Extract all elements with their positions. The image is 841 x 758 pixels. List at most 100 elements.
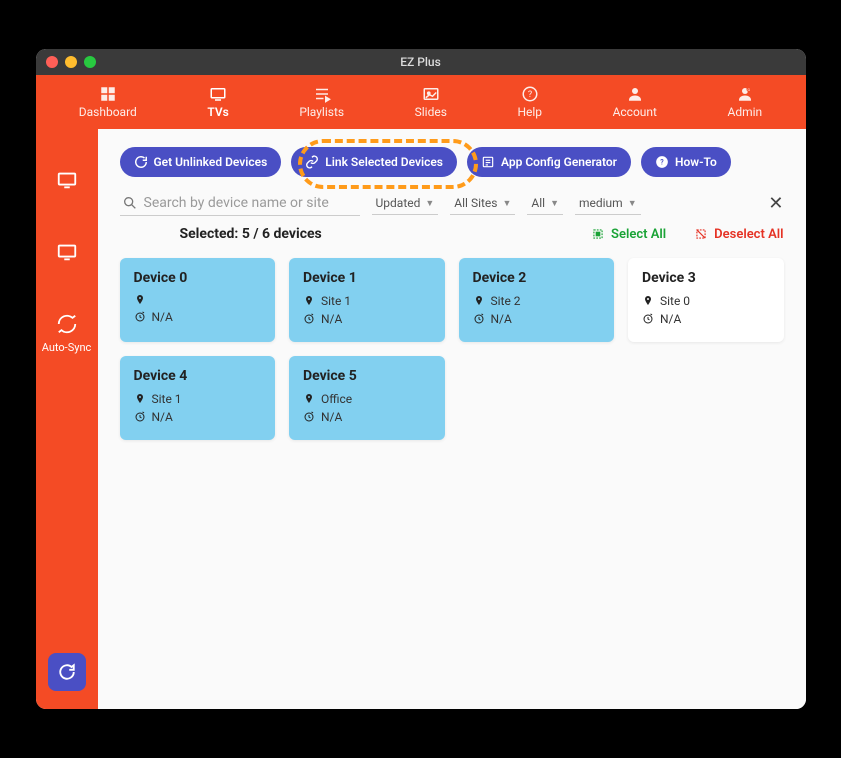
pin-icon	[303, 393, 315, 405]
button-label: Select All	[611, 227, 666, 242]
titlebar: EZ Plus	[36, 49, 806, 75]
device-site: Site 1	[134, 392, 262, 406]
admin-icon: G	[736, 85, 754, 103]
button-label: Link Selected Devices	[325, 155, 443, 169]
nav-tvs[interactable]: TVs	[207, 85, 228, 119]
sidebar-item-tv1[interactable]	[56, 169, 78, 191]
link-icon	[305, 155, 319, 169]
howto-button[interactable]: ? How-To	[641, 147, 731, 177]
clear-filters-button[interactable]: ✕	[768, 193, 783, 214]
clock-icon	[134, 411, 146, 423]
tv-outline-icon	[56, 241, 78, 263]
button-label: Get Unlinked Devices	[154, 155, 268, 169]
deselect-all-icon	[694, 227, 708, 241]
sidebar-label: Auto-Sync	[42, 341, 92, 354]
account-icon	[626, 85, 644, 103]
sort-dropdown[interactable]: Updated ▼	[372, 192, 439, 215]
device-sync: N/A	[134, 310, 262, 324]
status-dropdown[interactable]: All ▼	[527, 192, 563, 215]
refresh-button[interactable]	[48, 653, 86, 691]
nav-label: Dashboard	[79, 105, 137, 119]
chevron-down-icon: ▼	[628, 198, 637, 209]
clock-icon	[303, 313, 315, 325]
sidebar-item-tv2[interactable]	[56, 241, 78, 263]
pin-icon	[134, 294, 146, 306]
dropdown-value: All	[531, 196, 545, 210]
device-card[interactable]: Device 2Site 2N/A	[459, 258, 615, 342]
select-all-icon	[591, 227, 605, 241]
button-label: Deselect All	[714, 227, 783, 242]
device-card[interactable]: Device 0 N/A	[120, 258, 276, 342]
window-title: EZ Plus	[36, 55, 806, 69]
nav-label: Admin	[728, 105, 763, 119]
tv-outline-icon	[56, 169, 78, 191]
nav-help[interactable]: ? Help	[517, 85, 542, 119]
slides-icon	[422, 85, 440, 103]
device-name: Device 4	[134, 368, 262, 384]
close-window-button[interactable]	[46, 56, 58, 68]
dropdown-value: Updated	[376, 196, 421, 210]
button-label: App Config Generator	[501, 155, 617, 169]
clock-icon	[473, 313, 485, 325]
select-all-button[interactable]: Select All	[591, 227, 666, 242]
help-icon: ?	[655, 155, 669, 169]
device-sync: N/A	[134, 410, 262, 424]
device-sync: N/A	[303, 410, 431, 424]
clock-icon	[134, 311, 146, 323]
device-site: Site 0	[642, 294, 770, 308]
config-icon	[481, 155, 495, 169]
nav-playlists[interactable]: Playlists	[299, 85, 344, 119]
search-input[interactable]	[144, 195, 358, 211]
selection-row: Selected: 5 / 6 devices Select All Desel…	[120, 226, 784, 242]
device-card[interactable]: Device 3Site 0N/A	[628, 258, 784, 342]
selection-count: Selected: 5 / 6 devices	[180, 226, 322, 242]
clock-icon	[303, 411, 315, 423]
chevron-down-icon: ▼	[550, 198, 559, 209]
nav-account[interactable]: Account	[613, 85, 657, 119]
site-dropdown[interactable]: All Sites ▼	[450, 192, 515, 215]
button-label: How-To	[675, 155, 717, 169]
chevron-down-icon: ▼	[425, 198, 434, 209]
device-name: Device 5	[303, 368, 431, 384]
maximize-window-button[interactable]	[84, 56, 96, 68]
main-content: Get Unlinked Devices Link Selected Devic…	[98, 129, 806, 709]
device-name: Device 3	[642, 270, 770, 286]
device-site	[134, 294, 262, 306]
deselect-all-button[interactable]: Deselect All	[694, 227, 783, 242]
search-icon	[122, 195, 138, 211]
device-name: Device 1	[303, 270, 431, 286]
pin-icon	[642, 295, 654, 307]
device-card[interactable]: Device 1Site 1N/A	[289, 258, 445, 342]
dashboard-icon	[99, 85, 117, 103]
sidebar-item-autosync[interactable]: Auto-Sync	[42, 313, 92, 354]
pin-icon	[473, 295, 485, 307]
search-field[interactable]	[120, 191, 360, 216]
nav-label: Account	[613, 105, 657, 119]
device-site: Site 2	[473, 294, 601, 308]
device-grid: Device 0 N/A Device 1 Site 1 N/A Device 2 Site…	[120, 258, 784, 440]
refresh-icon	[134, 155, 148, 169]
sidebar: Auto-Sync	[36, 129, 98, 709]
nav-label: Help	[517, 105, 542, 119]
nav-label: Playlists	[299, 105, 344, 119]
get-unlinked-button[interactable]: Get Unlinked Devices	[120, 147, 282, 177]
svg-text:?: ?	[528, 90, 532, 100]
device-name: Device 0	[134, 270, 262, 286]
device-site: Site 1	[303, 294, 431, 308]
link-selected-button[interactable]: Link Selected Devices	[291, 147, 457, 177]
device-card[interactable]: Device 5OfficeN/A	[289, 356, 445, 440]
action-row: Get Unlinked Devices Link Selected Devic…	[120, 147, 784, 177]
device-name: Device 2	[473, 270, 601, 286]
size-dropdown[interactable]: medium ▼	[575, 192, 641, 215]
dropdown-value: All Sites	[454, 196, 497, 210]
filter-row: Updated ▼ All Sites ▼ All ▼ medium ▼ ✕	[120, 191, 784, 216]
nav-slides[interactable]: Slides	[415, 85, 447, 119]
top-nav: Dashboard TVs Playlists Slides ? Help	[36, 75, 806, 129]
config-generator-button[interactable]: App Config Generator	[467, 147, 631, 177]
minimize-window-button[interactable]	[65, 56, 77, 68]
nav-admin[interactable]: G Admin	[728, 85, 763, 119]
nav-label: TVs	[207, 105, 228, 119]
device-card[interactable]: Device 4 Site 1 N/A	[120, 356, 276, 440]
nav-dashboard[interactable]: Dashboard	[79, 85, 137, 119]
svg-text:G: G	[747, 88, 750, 92]
